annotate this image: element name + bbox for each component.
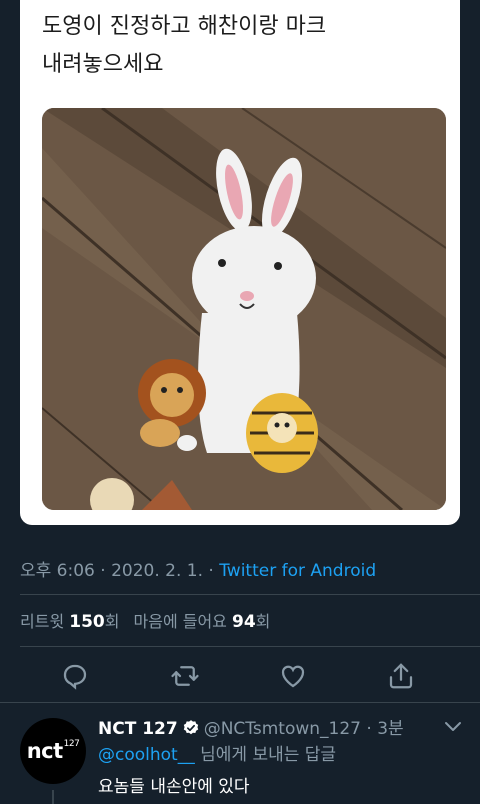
reply-header: NCT 127 @NCTsmtown_127 · 3분 bbox=[98, 714, 404, 739]
retweet-icon[interactable] bbox=[170, 661, 200, 691]
chevron-down-icon[interactable] bbox=[444, 720, 462, 734]
tweet-action-bar bbox=[0, 655, 480, 695]
quoted-tweet-card[interactable]: 도영이 진정하고 해찬이랑 마크 내려놓으세요 bbox=[20, 0, 460, 525]
reply-mention-link[interactable]: @coolhot__ bbox=[98, 745, 195, 765]
quoted-tweet-line-1: 도영이 진정하고 해찬이랑 마크 bbox=[42, 14, 327, 39]
replying-to: @coolhot__ 님에게 보내는 답글 bbox=[98, 740, 336, 765]
reply-handle-time: @NCTsmtown_127 · 3분 bbox=[203, 719, 404, 739]
likes-label: 마음에 들어요 bbox=[133, 612, 227, 631]
reply-tweet[interactable]: nct 127 NCT 127 @NCTsmtown_127 · 3분 @cool… bbox=[0, 702, 480, 804]
divider-2 bbox=[20, 646, 480, 647]
avatar-sup: 127 bbox=[63, 739, 80, 749]
meta-separator: · bbox=[94, 561, 112, 581]
reply-author-name[interactable]: NCT 127 bbox=[98, 719, 178, 739]
likes-stat[interactable]: 마음에 들어요 94회 bbox=[133, 612, 271, 632]
tweet-photo[interactable] bbox=[42, 108, 446, 510]
likes-unit: 회 bbox=[255, 612, 271, 631]
tweet-stats: 리트윗 150회 마음에 들어요 94회 bbox=[20, 608, 270, 632]
share-icon[interactable] bbox=[386, 661, 416, 691]
reply-body-text: 요놈들 내손안에 있다 bbox=[98, 777, 250, 797]
avatar-text: nct bbox=[26, 739, 63, 763]
retweets-unit: 회 bbox=[104, 612, 120, 631]
retweets-count: 150 bbox=[69, 612, 105, 632]
tweet-date: 2020. 2. 1. bbox=[111, 561, 203, 581]
tweet-time: 오후 6:06 bbox=[20, 561, 95, 581]
quoted-tweet-text: 도영이 진정하고 해찬이랑 마크 내려놓으세요 bbox=[42, 8, 442, 84]
retweets-stat[interactable]: 리트윗 150회 bbox=[20, 612, 120, 632]
avatar[interactable]: nct 127 bbox=[20, 718, 86, 784]
replying-to-suffix: 님에게 보내는 답글 bbox=[194, 745, 337, 765]
verified-badge-icon bbox=[183, 720, 198, 735]
rabbit-patch-image bbox=[42, 108, 446, 510]
likes-count: 94 bbox=[232, 612, 256, 632]
divider bbox=[20, 594, 480, 595]
like-icon[interactable] bbox=[278, 661, 308, 691]
tweet-source-link[interactable]: Twitter for Android bbox=[219, 561, 376, 581]
meta-separator-2: · bbox=[203, 561, 220, 581]
reply-divider bbox=[0, 702, 480, 703]
quoted-tweet-line-2: 내려놓으세요 bbox=[42, 52, 164, 77]
reply-icon[interactable] bbox=[60, 661, 90, 691]
retweets-label: 리트윗 bbox=[20, 612, 65, 631]
tweet-meta: 오후 6:06 · 2020. 2. 1. · Twitter for Andr… bbox=[20, 556, 376, 581]
